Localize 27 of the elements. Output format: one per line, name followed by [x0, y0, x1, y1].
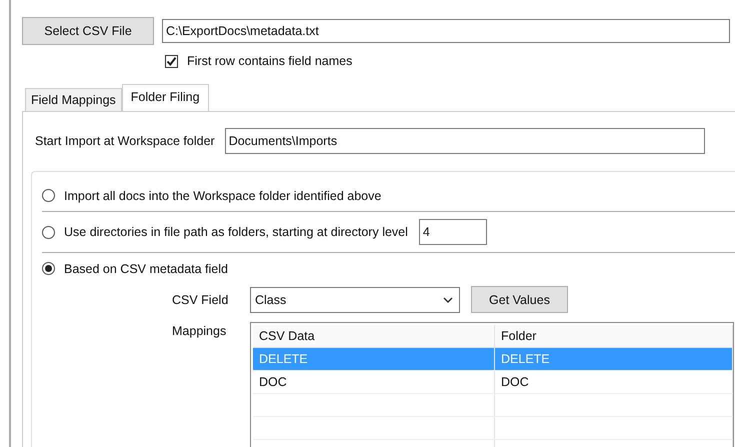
- start-folder-label: Start Import at Workspace folder: [35, 134, 215, 148]
- csv-field-dropdown[interactable]: Class: [250, 286, 460, 312]
- radio-button[interactable]: [42, 189, 55, 202]
- start-folder-field[interactable]: Documents\Imports: [224, 128, 705, 154]
- option-label: Use directories in file path as folders, starting at directory level: [64, 225, 408, 239]
- column-header[interactable]: Folder: [495, 325, 733, 347]
- tab[interactable]: Field Mappings: [25, 88, 122, 111]
- option-label: Based on CSV metadata field: [64, 262, 228, 276]
- tab[interactable]: Folder Filing: [122, 84, 209, 111]
- checkbox[interactable]: [165, 54, 178, 68]
- column-header[interactable]: CSV Data: [253, 325, 495, 347]
- caret-icon: [443, 296, 453, 302]
- option-label: Import all docs into the Workspace folder identified above: [64, 188, 382, 202]
- file-path-field[interactable]: C:\ExportDocs\metadata.txt: [162, 19, 730, 43]
- grid-row[interactable]: DOC DOC: [253, 371, 733, 394]
- table-cell: DELETE: [495, 348, 733, 370]
- checkbox-label: First row contains field names: [187, 54, 352, 68]
- table-cell: DOC: [495, 371, 733, 393]
- csv-field-label: CSV Field: [172, 292, 230, 306]
- table-cell: DELETE: [253, 348, 495, 370]
- directory-level-field[interactable]: 4: [418, 219, 487, 245]
- mappings-label: Mappings: [172, 323, 228, 338]
- get-values-button[interactable]: Get Values: [471, 286, 568, 313]
- select-file-button[interactable]: Select CSV File: [22, 17, 154, 45]
- table-cell: DOC: [253, 371, 495, 393]
- radio-button[interactable]: [42, 226, 55, 238]
- radio-button[interactable]: [42, 262, 55, 275]
